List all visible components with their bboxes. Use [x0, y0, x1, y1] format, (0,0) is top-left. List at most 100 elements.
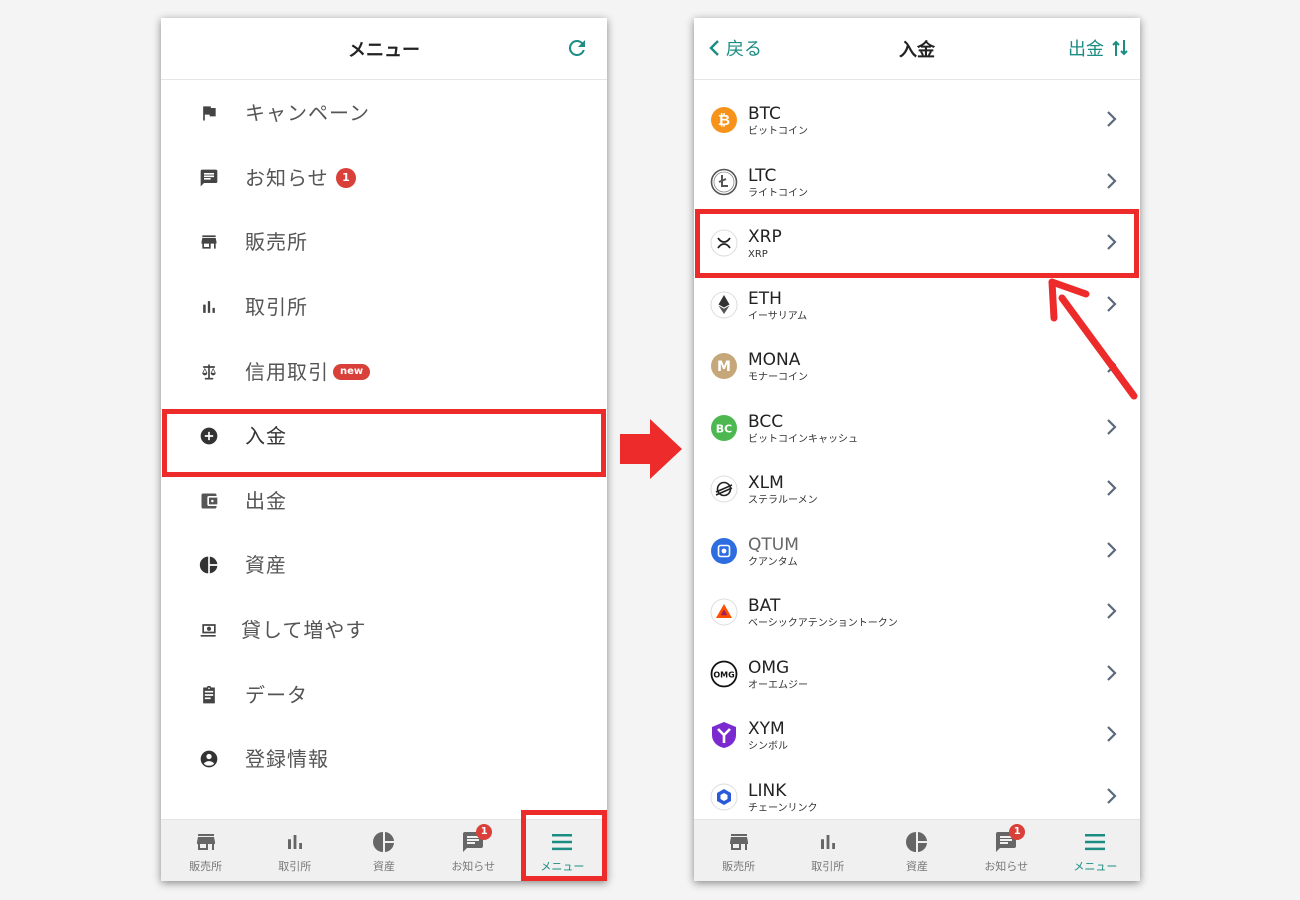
tab-assets[interactable]: 資産 [339, 820, 428, 881]
menu-item-label: 信用取引 [245, 359, 329, 384]
menu-screen: メニュー キャンペーン お知らせ 1 販売所 取引所 信用取引 new 入金 出… [161, 18, 607, 881]
bitcoin-icon: ₿ [711, 107, 737, 133]
coin-row-xrp[interactable]: XRP XRP [694, 211, 1140, 273]
chevron-right-icon [1107, 664, 1117, 681]
plus-circle-icon [200, 427, 218, 445]
menu-item-label: お知らせ [245, 165, 329, 190]
tab-exchange[interactable]: 取引所 [783, 820, 872, 881]
tab-store[interactable]: 販売所 [694, 820, 783, 881]
tab-label: 販売所 [189, 860, 223, 873]
coin-row-omg[interactable]: OMG OMG オーエムジー [694, 642, 1140, 704]
chevron-right-icon [1107, 787, 1117, 804]
coin-row-link[interactable]: LINK チェーンリンク [694, 765, 1140, 827]
menu-item-label: 貸して増やす [241, 618, 367, 643]
bitcoin-cash-icon: BC [711, 414, 737, 441]
message-icon [200, 169, 218, 187]
wallet-icon [201, 493, 218, 509]
svg-text:M: M [717, 359, 731, 375]
pie-chart-icon [373, 832, 394, 852]
ethereum-icon [710, 291, 738, 318]
coin-row-xlm[interactable]: XLM ステラルーメン [694, 457, 1140, 519]
menu-item-exchange[interactable]: 取引所 [161, 275, 607, 340]
qtum-icon [711, 537, 737, 564]
deposit-screen: 戻る 入金 出金 ₿ BTC ビットコイン LTC ライトコイン XRP XRP [694, 18, 1140, 881]
swap-vertical-icon [1112, 40, 1128, 56]
coin-row-bat[interactable]: BAT ベーシックアテンショントークン [694, 580, 1140, 642]
chainlink-icon [710, 783, 738, 810]
bar-chart-icon [820, 835, 835, 849]
menu-item-news[interactable]: お知らせ 1 [161, 146, 607, 211]
refresh-icon[interactable] [565, 36, 589, 60]
menu-item-label: 資産 [245, 553, 287, 578]
menu-item-assets[interactable]: 資産 [161, 533, 607, 598]
bottom-tab-bar: 販売所 取引所 資産 1 お知らせ メニュー [694, 819, 1140, 881]
coin-row-ltc[interactable]: LTC ライトコイン [694, 150, 1140, 212]
menu-header: メニュー [161, 18, 607, 80]
menu-list: キャンペーン お知らせ 1 販売所 取引所 信用取引 new 入金 出金 資産 … [161, 81, 607, 792]
coin-symbol: BAT [748, 596, 781, 616]
withdraw-button[interactable]: 出金 [1068, 36, 1128, 60]
coin-name: ビットコイン [748, 126, 808, 137]
coin-row-qtum[interactable]: QTUM クアンタム [694, 519, 1140, 581]
coin-row-btc[interactable]: ₿ BTC ビットコイン [694, 88, 1140, 150]
coin-row-xym[interactable]: XYM シンボル [694, 703, 1140, 765]
coin-symbol: OMG [748, 657, 790, 678]
monacoin-icon: M [711, 353, 737, 379]
tab-menu[interactable]: メニュー [1051, 820, 1140, 881]
menu-item-label: 登録情報 [245, 747, 329, 772]
tab-news[interactable]: 1 お知らせ [429, 820, 518, 881]
tab-label: メニュー [540, 860, 585, 873]
menu-item-campaign[interactable]: キャンペーン [161, 81, 607, 146]
coin-symbol: LTC [748, 165, 777, 186]
tab-news[interactable]: 1 お知らせ [962, 820, 1051, 881]
menu-item-data[interactable]: データ [161, 662, 607, 727]
pie-chart-icon [906, 832, 927, 852]
tab-label: 取引所 [278, 860, 312, 873]
tab-assets[interactable]: 資産 [872, 820, 961, 881]
menu-item-label: 入金 [245, 424, 287, 449]
coin-name: ステラルーメン [748, 495, 818, 506]
coin-name: ライトコイン [748, 187, 808, 199]
menu-item-margin[interactable]: 信用取引 new [161, 339, 607, 404]
menu-item-account[interactable]: 登録情報 [161, 727, 607, 792]
tab-label: メニュー [1073, 860, 1118, 873]
menu-item-store[interactable]: 販売所 [161, 210, 607, 275]
coin-symbol: ETH [748, 288, 782, 309]
coin-name: オーエムジー [748, 679, 808, 691]
pie-chart-icon [199, 557, 218, 574]
coin-symbol: XLM [748, 473, 784, 493]
symbol-icon [712, 722, 736, 748]
tab-exchange[interactable]: 取引所 [250, 820, 339, 881]
bottom-tab-bar: 販売所 取引所 資産 1 お知らせ メニュー [161, 819, 607, 881]
chevron-right-icon [1107, 172, 1117, 189]
menu-item-label: データ [245, 682, 308, 707]
svg-text:BC: BC [716, 422, 732, 435]
chevron-right-icon [1107, 234, 1117, 250]
notification-badge: 1 [476, 824, 493, 840]
tab-label: お知らせ [984, 860, 1029, 873]
clipboard-icon [203, 685, 215, 703]
menu-item-withdraw[interactable]: 出金 [161, 469, 607, 534]
tab-menu[interactable]: メニュー [518, 820, 607, 881]
money-icon [200, 624, 216, 637]
store-icon [201, 235, 217, 250]
right-arrow-icon [620, 419, 682, 479]
notification-badge: 1 [1009, 824, 1026, 840]
tab-label: お知らせ [451, 860, 496, 873]
store-icon [729, 834, 748, 850]
page-title: メニュー [348, 40, 420, 61]
notification-badge: 1 [336, 167, 356, 188]
coin-symbol: MONA [748, 350, 801, 370]
bar-chart-icon [287, 835, 302, 849]
chevron-right-icon [1107, 111, 1117, 127]
coin-name: モナーコイン [748, 372, 808, 383]
tab-label: 資産 [373, 860, 395, 873]
coin-name: イーサリアム [748, 310, 808, 322]
coin-name: XRP [748, 249, 768, 260]
menu-item-deposit[interactable]: 入金 [161, 404, 607, 469]
menu-item-label: 販売所 [245, 230, 308, 255]
menu-item-lending[interactable]: 貸して増やす [161, 598, 607, 663]
tab-label: 資産 [906, 860, 928, 873]
tab-store[interactable]: 販売所 [161, 820, 250, 881]
coin-name: ビットコインキャッシュ [748, 433, 858, 445]
